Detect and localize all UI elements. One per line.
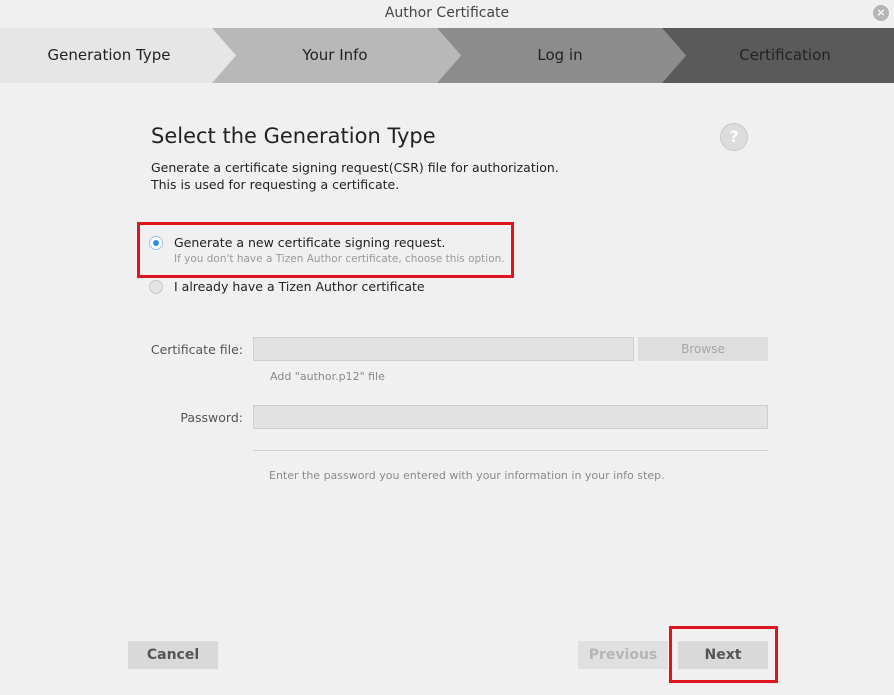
title-bar: Author Certificate × (0, 0, 894, 28)
radio-generate-new[interactable] (149, 236, 163, 250)
certificate-file-hint: Add "author.p12" file (270, 370, 385, 383)
page-title: Select the Generation Type (151, 124, 436, 148)
step-certification: Certification (739, 46, 831, 64)
window-title: Author Certificate (384, 5, 510, 21)
browse-button[interactable]: Browse (638, 337, 768, 361)
option-generate-new-label[interactable]: Generate a new certificate signing reque… (174, 235, 445, 250)
previous-button[interactable]: Previous (578, 641, 668, 669)
certificate-file-input[interactable] (253, 337, 634, 361)
password-input[interactable] (253, 405, 768, 429)
step-your-info: Your Info (302, 46, 368, 64)
password-hint: Enter the password you entered with your… (269, 469, 665, 482)
step-log-in: Log in (537, 46, 583, 64)
password-label: Password: (180, 410, 243, 425)
certificate-file-label: Certificate file: (150, 342, 243, 357)
help-icon[interactable]: ? (720, 123, 748, 151)
close-icon[interactable]: × (873, 5, 889, 21)
highlight-box-option (137, 222, 514, 278)
description-line: Generate a certificate signing request(C… (151, 160, 559, 175)
description: Generate a certificate signing request(C… (151, 159, 559, 193)
step-generation-type: Generation Type (47, 46, 171, 64)
option-generate-new-hint: If you don't have a Tizen Author certifi… (174, 253, 505, 265)
description-line: This is used for requesting a certificat… (151, 177, 400, 192)
highlight-box-next (669, 626, 778, 683)
divider (253, 450, 768, 451)
wizard-steps: Generation Type Your Info Log in Certifi… (0, 28, 894, 83)
option-existing-certificate-label[interactable]: I already have a Tizen Author certificat… (174, 279, 425, 294)
cancel-button[interactable]: Cancel (128, 641, 218, 669)
radio-existing-certificate[interactable] (149, 280, 163, 294)
